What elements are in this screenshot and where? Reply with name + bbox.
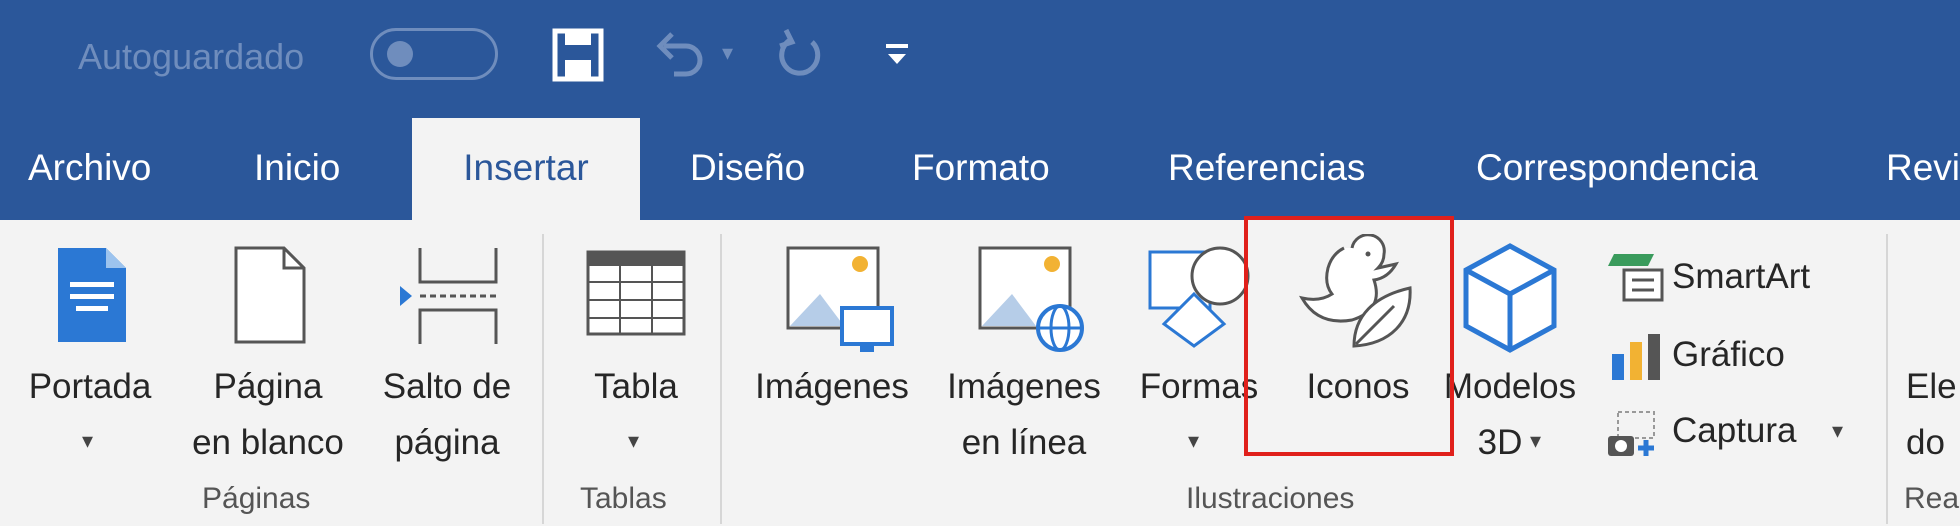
formas-dropdown-icon[interactable]: ▾	[1188, 428, 1199, 454]
group-label-tablas: Tablas	[580, 482, 667, 515]
blank-page-icon	[234, 246, 306, 344]
tab-revisar[interactable]: Revi	[1886, 118, 1960, 220]
autosave-toggle[interactable]	[370, 28, 498, 80]
pagina-en-blanco-button[interactable]: Página en blanco	[178, 220, 358, 470]
iconos-label: Iconos	[1306, 367, 1410, 406]
tab-archivo[interactable]: Archivo	[28, 118, 151, 220]
group-separator	[720, 234, 722, 524]
tab-referencias[interactable]: Referencias	[1168, 118, 1365, 220]
smartart-button[interactable]: SmartArt	[1606, 242, 1846, 312]
captura-button[interactable]: Captura ▾	[1606, 396, 1866, 466]
save-icon[interactable]	[552, 28, 604, 82]
imagenes-linea-label-1: Imágenes	[947, 367, 1101, 406]
cover-page-icon	[58, 248, 126, 342]
ribbon-tabs: Archivo Inicio Insertar Diseño Formato R…	[0, 118, 1960, 220]
tabla-dropdown-icon[interactable]: ▾	[628, 428, 639, 454]
imagenes-label: Imágenes	[755, 367, 909, 406]
toggle-knob	[387, 41, 413, 67]
customize-qat-icon[interactable]	[884, 42, 910, 68]
autosave-label: Autoguardado	[78, 36, 305, 77]
grafico-button[interactable]: Gráfico	[1606, 320, 1846, 390]
modelos-3d-button[interactable]: Modelos 3D ▾	[1430, 220, 1590, 470]
modelos-dropdown-icon[interactable]: ▾	[1530, 428, 1541, 454]
3d-models-icon	[1463, 243, 1557, 353]
formas-label: Formas	[1139, 367, 1259, 406]
smartart-label: SmartArt	[1672, 257, 1811, 296]
tab-inicio[interactable]: Inicio	[254, 118, 340, 220]
tab-diseno[interactable]: Diseño	[690, 118, 805, 220]
elementos-label-2: do	[1906, 423, 1945, 462]
quick-access-toolbar: Autoguardado ▾	[0, 0, 1960, 115]
imagenes-button[interactable]: Imágenes	[740, 220, 924, 470]
smartart-icon	[1608, 254, 1664, 302]
table-icon	[586, 250, 686, 336]
tab-correspondencia[interactable]: Correspondencia	[1476, 118, 1758, 220]
tabla-button[interactable]: Tabla ▾	[566, 220, 706, 470]
icons-icon	[1299, 234, 1412, 348]
screenshot-icon	[1608, 411, 1655, 456]
undo-dropdown-icon[interactable]: ▾	[722, 40, 733, 66]
portada-dropdown-icon[interactable]: ▾	[82, 428, 93, 454]
grafico-label: Gráfico	[1672, 335, 1785, 374]
pagina-label-2: en blanco	[192, 423, 344, 462]
tab-formato[interactable]: Formato	[912, 118, 1050, 220]
redo-icon[interactable]	[772, 26, 826, 82]
chart-icon	[1612, 334, 1660, 380]
tab-insertar[interactable]: Insertar	[412, 118, 640, 220]
salto-label-1: Salto de	[382, 367, 512, 406]
modelos-label-1: Modelos	[1443, 367, 1577, 406]
group-label-ilustraciones: Ilustraciones	[1186, 482, 1355, 515]
salto-de-pagina-button[interactable]: Salto de página	[362, 220, 532, 470]
imagenes-linea-label-2: en línea	[961, 423, 1087, 462]
group-separator	[542, 234, 544, 524]
imagenes-en-linea-button[interactable]: Imágenes en línea	[932, 220, 1116, 470]
group-label-next: Rea	[1904, 482, 1960, 515]
modelos-label-2: 3D	[1477, 423, 1523, 462]
online-pictures-icon	[978, 246, 1084, 352]
ribbon-panel: Portada ▾ Página en blanco Salto de pági…	[0, 220, 1960, 526]
group-separator	[1886, 234, 1888, 524]
undo-icon[interactable]	[650, 28, 710, 80]
captura-dropdown-icon[interactable]: ▾	[1832, 418, 1843, 444]
pictures-icon	[786, 246, 894, 352]
tabla-label: Tabla	[594, 367, 678, 406]
pagina-label-1: Página	[213, 367, 323, 406]
iconos-button[interactable]: Iconos	[1272, 220, 1444, 470]
portada-button[interactable]: Portada ▾	[10, 220, 170, 470]
formas-button[interactable]: Formas ▾	[1124, 220, 1274, 470]
shapes-icon	[1148, 246, 1250, 348]
captura-label: Captura	[1672, 411, 1797, 450]
elementos-rapidos-button[interactable]: Ele do	[1906, 220, 1960, 470]
salto-label-2: página	[394, 423, 500, 462]
elementos-label-1: Ele	[1906, 367, 1957, 406]
portada-label: Portada	[28, 367, 152, 406]
page-break-icon	[400, 248, 498, 344]
group-label-paginas: Páginas	[202, 482, 311, 515]
